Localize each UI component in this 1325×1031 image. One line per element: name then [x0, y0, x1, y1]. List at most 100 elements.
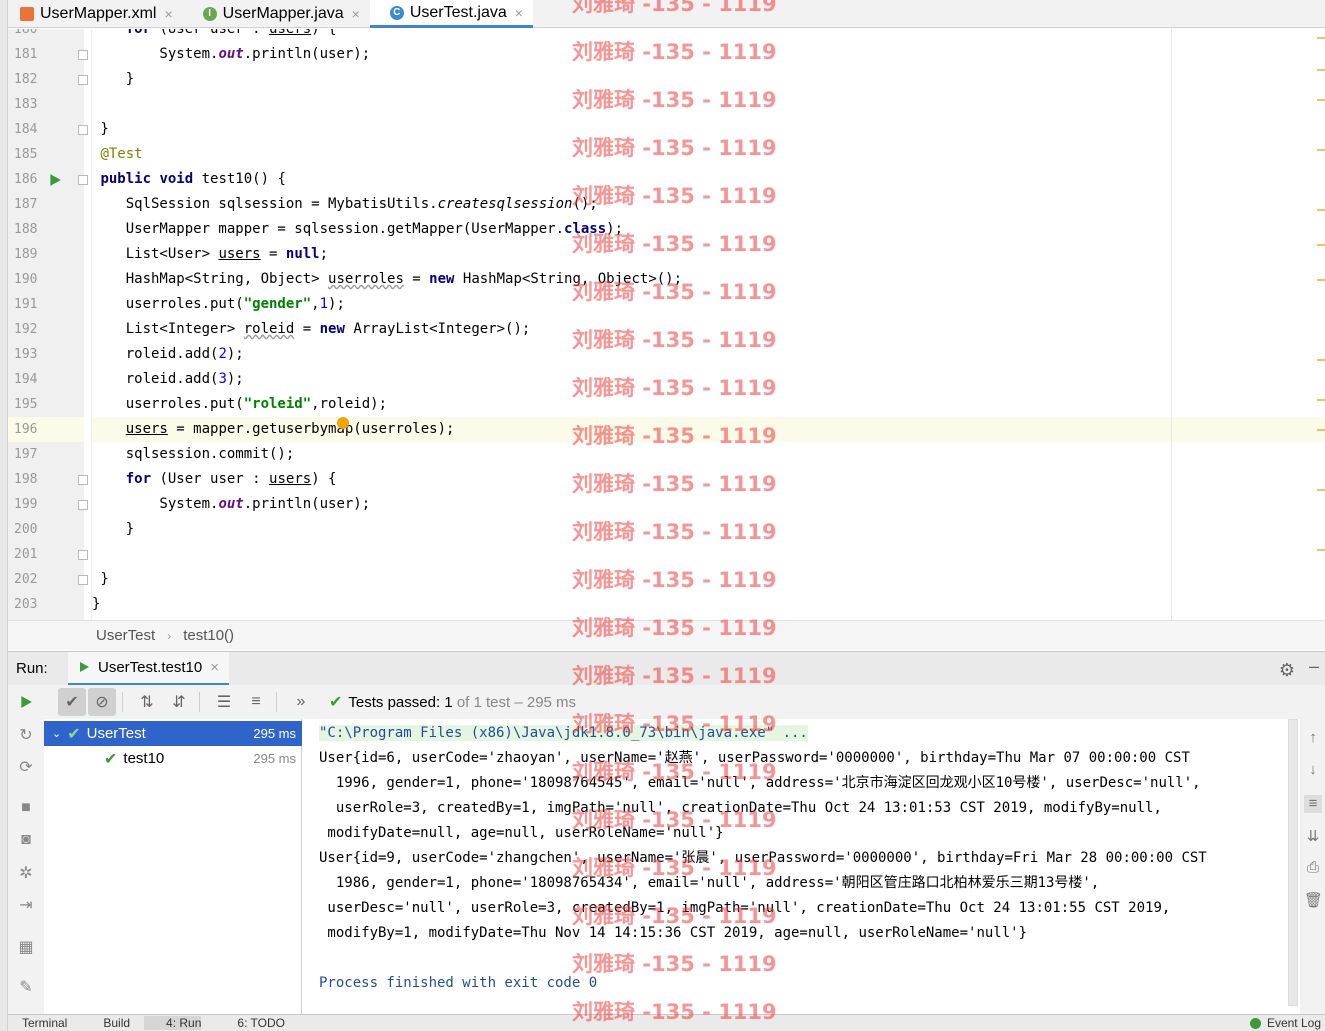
fold-marker-icon[interactable]	[78, 475, 88, 485]
console-line: User{id=9, userCode='zhangchen', userNam…	[319, 850, 1207, 866]
line-number: 197	[14, 447, 38, 462]
code-line: SqlSession sqlsession = MybatisUtils.cre…	[92, 196, 598, 212]
rerun-button[interactable]	[12, 688, 40, 716]
soft-wrap-icon[interactable]: ≡	[1304, 795, 1322, 813]
status-count: 1	[444, 693, 453, 711]
line-number: 190	[14, 272, 38, 287]
collapse-all-icon[interactable]: ≡	[242, 688, 270, 716]
more-chevron-icon[interactable]: »	[287, 688, 315, 716]
run-tab[interactable]: UserTest.test10 ×	[68, 651, 229, 686]
line-number: 187	[14, 197, 38, 212]
arrow-down-icon[interactable]: ↓	[1304, 761, 1322, 779]
line-number: 182	[14, 72, 38, 87]
line-number: 191	[14, 297, 38, 312]
tree-row-usertest[interactable]: ⌄ ✔ UserTest 295 ms	[44, 721, 302, 746]
status-prefix: Tests passed:	[348, 693, 441, 711]
error-stripe[interactable]	[1315, 29, 1325, 620]
trash-icon[interactable]: 🗑	[1304, 891, 1323, 909]
todo-tab[interactable]: 6: TODO	[215, 1016, 285, 1030]
code-line: public void test10() {	[100, 171, 286, 187]
build-tab[interactable]: Build	[81, 1016, 130, 1030]
code-line: HashMap<String, Object> userroles = new …	[92, 271, 683, 287]
close-icon[interactable]: ×	[210, 659, 219, 676]
right-margin-guide	[1171, 29, 1172, 620]
expand-all-icon[interactable]: ☰	[210, 688, 238, 716]
console-line: userRole=3, createdBy=1, imgPath='null',…	[319, 800, 1162, 816]
show-ignored-button[interactable]: ⊘	[88, 688, 116, 716]
sort-alpha-icon[interactable]: ⇅	[133, 688, 161, 716]
code-line: }	[92, 596, 101, 612]
camera-icon[interactable]: ◙	[16, 831, 36, 851]
code-line: for (User user : users) {	[125, 471, 337, 487]
code-line-current: users = mapper.getuserbymap(userroles);	[92, 417, 1325, 442]
tab-label: UserTest.java	[409, 3, 507, 21]
fold-marker-icon[interactable]	[78, 575, 88, 585]
tab-usermapper-xml[interactable]: UserMapper.xml ×	[0, 0, 183, 28]
line-number: 202	[14, 572, 38, 587]
minimize-icon[interactable]: –	[1309, 656, 1319, 677]
close-icon[interactable]: ×	[164, 6, 172, 22]
code-line: roleid.add(3);	[92, 371, 244, 387]
fold-marker-icon[interactable]	[78, 50, 88, 60]
rerun-failed-icon[interactable]: ⟳	[16, 757, 36, 777]
code-line: }	[92, 121, 109, 137]
fold-marker-icon[interactable]	[78, 550, 88, 560]
event-log-label: Event Log	[1266, 1016, 1321, 1030]
tree-time: 295 ms	[253, 751, 296, 766]
console-line: modifyDate=null, age=null, userRoleName=…	[319, 825, 724, 841]
line-number: 193	[14, 347, 38, 362]
fold-marker-icon[interactable]	[78, 75, 88, 85]
line-number: 203	[14, 597, 38, 612]
chevron-down-icon[interactable]: ⌄	[52, 727, 61, 740]
run-toolbar: ✔ ⊘ ⇅ ⇵ ☰ ≡ » ✔ Tests passed: 1 of 1 tes…	[8, 685, 1325, 719]
tree-time: 295 ms	[253, 726, 296, 741]
fold-marker-icon[interactable]	[78, 125, 88, 135]
code-line: @Test	[100, 146, 143, 162]
tab-usermapper-java[interactable]: I UserMapper.java ×	[183, 0, 370, 28]
console-output[interactable]: "C:\Program Files (x86)\Java\jdk1.8.0_73…	[303, 719, 1288, 1014]
settings-icon[interactable]: ✲	[16, 863, 36, 883]
toggle-autotest-icon[interactable]: ↻	[16, 725, 36, 745]
event-log-icon	[1249, 1017, 1261, 1029]
run-tool-tab[interactable]: 4: Run	[144, 1016, 202, 1030]
tree-row-test10[interactable]: ✔ test10 295 ms	[44, 746, 302, 771]
line-number: 189	[14, 247, 38, 262]
terminal-tab[interactable]: Terminal	[0, 1016, 67, 1030]
sort-duration-icon[interactable]: ⇵	[165, 688, 193, 716]
breadcrumb-class[interactable]: UserTest	[96, 627, 155, 644]
code-line: roleid.add(2);	[92, 346, 244, 362]
show-passed-button[interactable]: ✔	[58, 688, 86, 716]
run-test-gutter-icon[interactable]	[48, 173, 62, 187]
pin-icon[interactable]: ✎	[16, 977, 36, 997]
arrow-up-icon[interactable]: ↑	[1304, 729, 1322, 747]
layout-icon[interactable]: ▦	[16, 937, 36, 957]
check-icon: ✔	[329, 694, 343, 711]
fold-marker-icon[interactable]	[78, 500, 88, 510]
scroll-to-end-icon[interactable]: ⇊	[1304, 827, 1322, 845]
print-icon[interactable]: ⎙	[1304, 859, 1322, 877]
tab-usertest-java[interactable]: C UserTest.java ×	[369, 0, 533, 28]
line-number: 188	[14, 222, 38, 237]
left-tool-strip	[0, 0, 8, 1031]
code-line: for (User user : users) {	[125, 29, 337, 37]
gear-icon[interactable]: ⚙	[1279, 660, 1295, 681]
console-scrollbar[interactable]	[1288, 719, 1298, 1006]
line-number: 180	[14, 29, 38, 37]
stop-icon[interactable]: ■	[16, 799, 36, 819]
code-area[interactable]: for (User user : users) { System.out.pri…	[91, 29, 1325, 620]
line-number: 183	[14, 97, 38, 112]
run-panel-header: Run: UserTest.test10 × ⚙ –	[8, 651, 1325, 686]
close-icon[interactable]: ×	[352, 6, 360, 22]
export-icon[interactable]: ⇥	[16, 895, 36, 915]
run-title: Run:	[16, 660, 48, 677]
code-editor[interactable]: 180 181 182 183 184 185 186 187 188 189 190 191 192 1…	[8, 29, 1325, 620]
line-number-gutter: 180 181 182 183 184 185 186 187 188 189 190 191 192 1…	[8, 29, 88, 620]
event-log-button[interactable]: Event Log	[1249, 1016, 1321, 1030]
test-status: ✔ Tests passed: 1 of 1 test – 295 ms	[329, 692, 576, 712]
close-icon[interactable]: ×	[515, 5, 523, 21]
breadcrumb-method[interactable]: test10()	[183, 627, 234, 644]
code-line: }	[92, 71, 135, 87]
intention-bulb-icon[interactable]	[337, 417, 349, 429]
fold-marker-icon[interactable]	[78, 175, 88, 185]
